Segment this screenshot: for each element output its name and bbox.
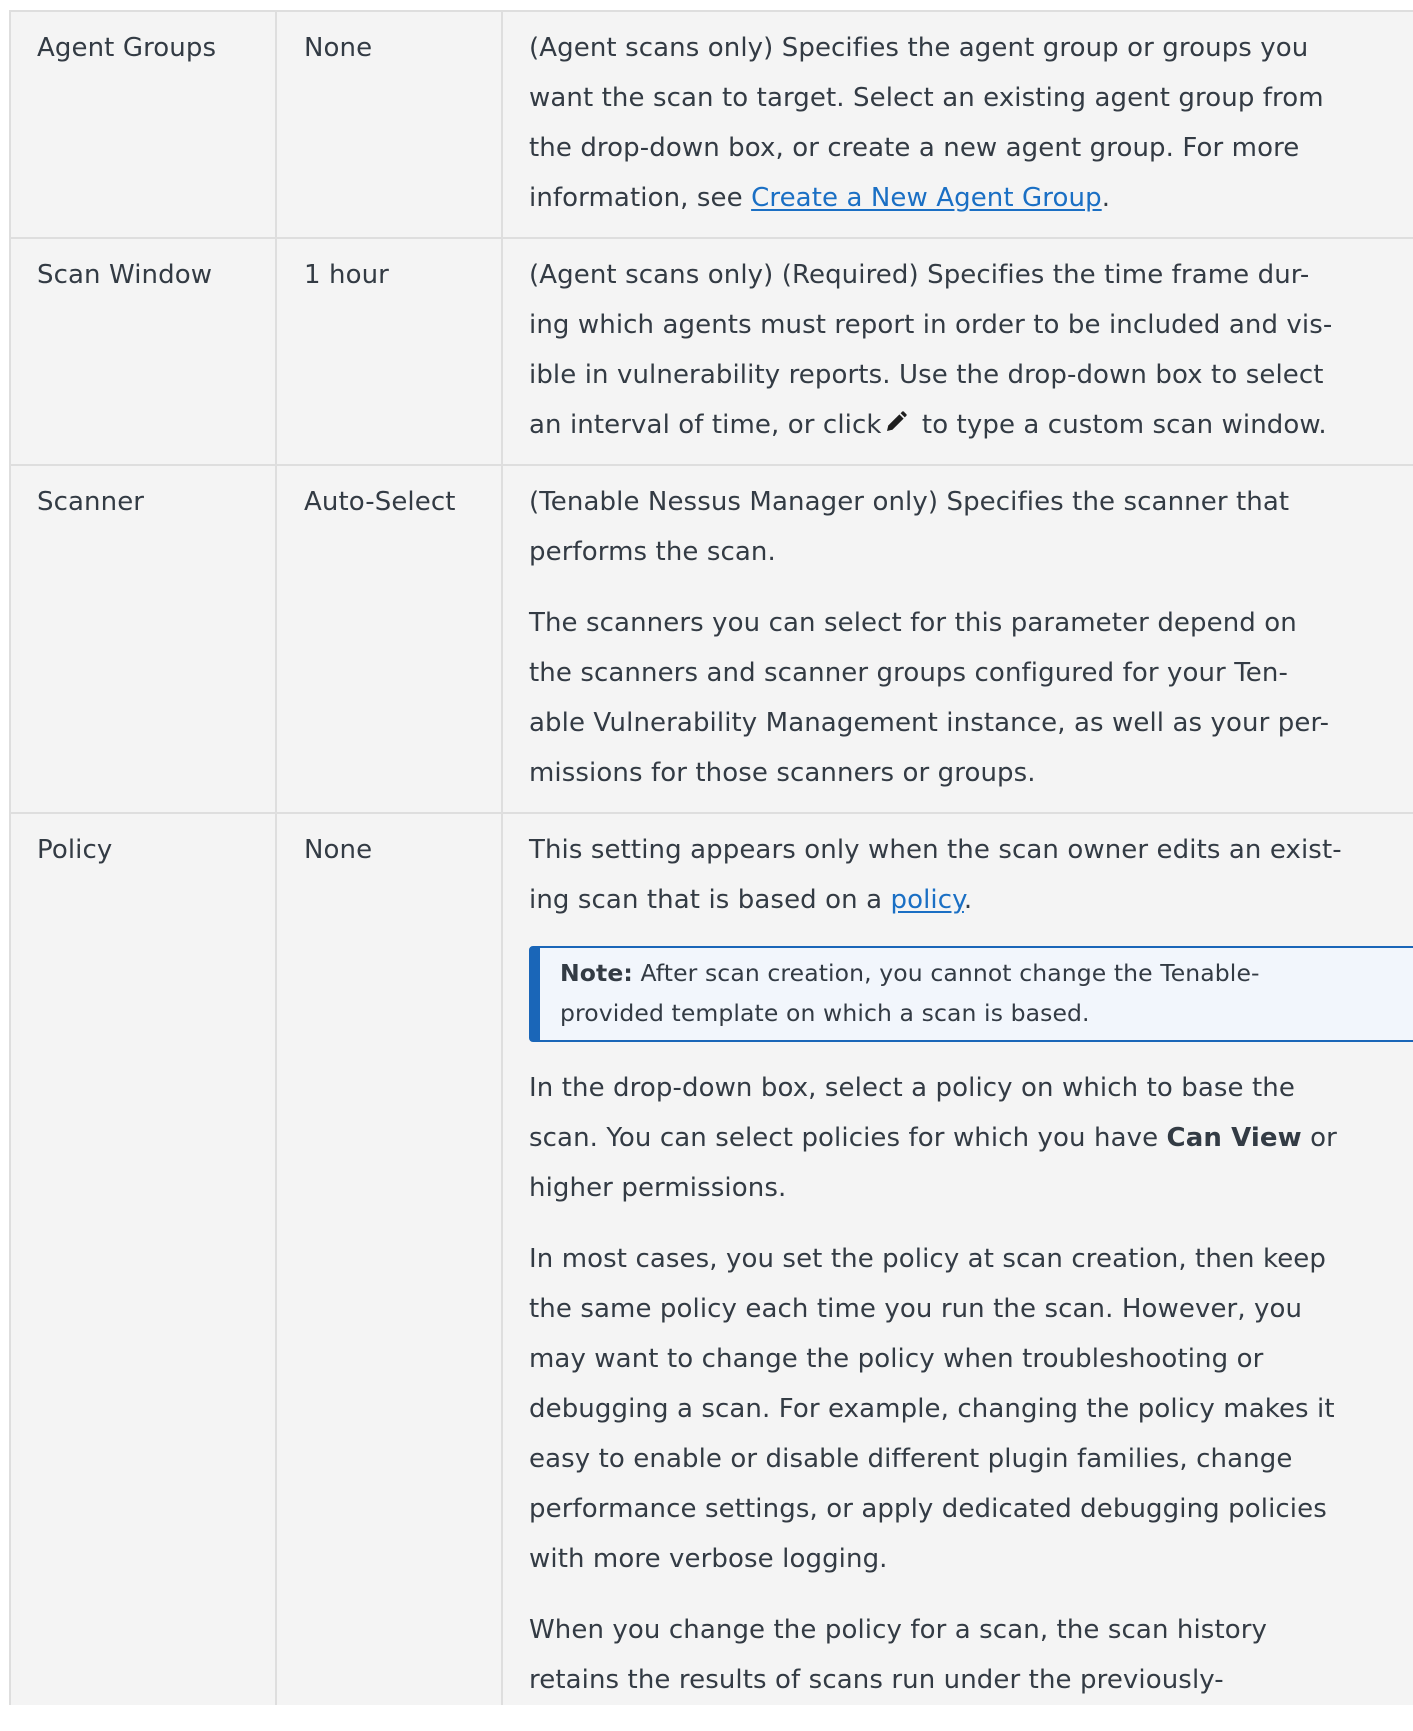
description-line: the scanners and scanner groups configur…	[529, 658, 1288, 688]
setting-name: Scan Window	[9, 237, 277, 466]
description-text: .	[1101, 183, 1111, 213]
description-line: (Tenable Nessus Manager only) Specifies …	[529, 487, 1290, 517]
setting-description: This setting appears only when the scan …	[501, 812, 1413, 1705]
setting-name: Scanner	[9, 464, 277, 814]
description-line: easy to enable or disable different plug…	[529, 1444, 1293, 1474]
note-line: Note: After scan creation, you cannot ch…	[560, 953, 1413, 993]
description-line: may want to change the policy when troub…	[529, 1344, 1264, 1374]
settings-table: Agent Groups None (Agent scans only) Spe…	[9, 10, 1413, 1705]
note-callout: Note: After scan creation, you cannot ch…	[529, 946, 1413, 1042]
description-line: performs the scan.	[529, 537, 776, 567]
pencil-icon	[884, 401, 908, 431]
create-agent-group-link[interactable]: Create a New Agent Group	[751, 183, 1102, 213]
note-label: Note:	[560, 959, 633, 987]
description-line: ible in vulnerability reports. Use the d…	[529, 360, 1324, 390]
setting-default: Auto-Select	[275, 464, 503, 814]
description-text: to type a custom scan window.	[913, 410, 1327, 440]
description-text: scan. You can select policies for which …	[529, 1123, 1167, 1153]
policy-link[interactable]: policy	[890, 885, 963, 915]
description-text: .	[963, 885, 973, 915]
description-line: an interval of time, or click to type a …	[529, 400, 1403, 450]
description-line: higher permissions.	[529, 1173, 787, 1203]
description-paragraph: This setting appears only when the scan …	[529, 825, 1403, 925]
description-line: the same policy each time you run the sc…	[529, 1294, 1303, 1324]
description-paragraph: In most cases, you set the policy at sca…	[529, 1234, 1403, 1584]
description-line: retains the results of scans run under t…	[529, 1665, 1224, 1695]
description-paragraph: (Tenable Nessus Manager only) Specifies …	[529, 477, 1403, 577]
description-paragraph: In the drop-down box, select a policy on…	[529, 1063, 1403, 1213]
description-line: able Vulnerability Management instance, …	[529, 708, 1330, 738]
description-line: debugging a scan. For example, changing …	[529, 1394, 1335, 1424]
description-line: want the scan to target. Select an exist…	[529, 83, 1324, 113]
table-row: Scanner Auto-Select (Tenable Nessus Mana…	[9, 464, 1413, 814]
setting-description: (Agent scans only) Specifies the agent g…	[501, 10, 1413, 239]
description-text: or	[1301, 1123, 1337, 1153]
description-text: information, see	[529, 183, 752, 213]
description-line: information, see Create a New Agent Grou…	[529, 173, 1403, 223]
description-line: the drop-down box, or create a new agent…	[529, 133, 1300, 163]
setting-description: (Tenable Nessus Manager only) Specifies …	[501, 464, 1413, 814]
description-text: ing scan that is based on a	[529, 885, 891, 915]
table-row: Agent Groups None (Agent scans only) Spe…	[9, 10, 1413, 239]
description-line: (Agent scans only) (Required) Specifies …	[529, 260, 1310, 290]
setting-default: None	[275, 812, 503, 1705]
description-line: When you change the policy for a scan, t…	[529, 1615, 1268, 1645]
description-line: missions for those scanners or groups.	[529, 758, 1036, 788]
description-line: The scanners you can select for this par…	[529, 608, 1297, 638]
description-text: an interval of time, or click	[529, 410, 882, 440]
description-paragraph: When you change the policy for a scan, t…	[529, 1605, 1403, 1705]
permission-label: Can View	[1166, 1123, 1302, 1153]
note-line: provided template on which a scan is bas…	[560, 999, 1090, 1027]
description-line: ing which agents must report in order to…	[529, 310, 1333, 340]
description-line: with more verbose logging.	[529, 1544, 888, 1574]
setting-default: 1 hour	[275, 237, 503, 466]
note-text: After scan creation, you cannot change t…	[632, 959, 1260, 987]
description-paragraph: The scanners you can select for this par…	[529, 598, 1403, 798]
description-line: (Agent scans only) Specifies the agent g…	[529, 33, 1309, 63]
description-line: ing scan that is based on a policy.	[529, 875, 1403, 925]
description-line: In most cases, you set the policy at sca…	[529, 1244, 1326, 1274]
description-line: This setting appears only when the scan …	[529, 835, 1342, 865]
description-line: scan. You can select policies for which …	[529, 1113, 1403, 1163]
description-line: performance settings, or apply dedicated…	[529, 1494, 1327, 1524]
table-row: Scan Window 1 hour (Agent scans only) (R…	[9, 237, 1413, 466]
setting-name: Agent Groups	[9, 10, 277, 239]
table-row: Policy None This setting appears only wh…	[9, 812, 1413, 1705]
setting-default: None	[275, 10, 503, 239]
setting-name: Policy	[9, 812, 277, 1705]
setting-description: (Agent scans only) (Required) Specifies …	[501, 237, 1413, 466]
description-line: In the drop-down box, select a policy on…	[529, 1073, 1295, 1103]
